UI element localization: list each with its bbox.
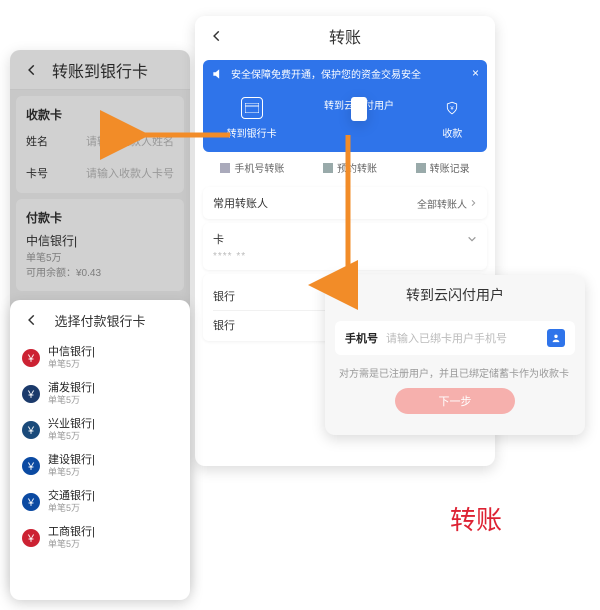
bank-logo-icon: ￥ [22,493,40,511]
security-banner[interactable]: 安全保障免费开通，保护您的资金交易安全 × [203,60,487,87]
subtab-label: 预约转账 [337,160,377,175]
bank-list: ￥中信银行|单笔5万￥浦发银行|单笔5万￥兴业银行|单笔5万￥建设银行|单笔5万… [10,340,190,556]
requirement-note: 对方需是已注册用户，并且已绑定储蓄卡作为收款卡 [325,355,585,384]
bank-row[interactable]: ￥ 浦发银行|单笔5万 [12,376,188,412]
diagram-label: 转账 [450,500,502,537]
bank-logo-icon: ￥ [22,529,40,547]
back-button[interactable] [335,283,359,307]
all-contacts-link[interactable]: 全部转账人 [417,196,477,211]
chevron-left-icon [25,313,39,327]
collect-icon: ¥ [441,97,463,119]
chevron-left-icon [340,288,354,302]
bank-name: 建设银行| [48,454,95,467]
screen-transfer-to-user: 转到云闪付用户 手机号 请输入已绑卡用户手机号 对方需是已注册用户，并且已绑定储… [325,275,585,435]
bank-limit: 单笔5万 [48,395,95,406]
bank-limit: 单笔5万 [48,431,95,442]
banner-text: 安全保障免费开通，保护您的资金交易安全 [231,66,421,81]
subtab-label: 手机号转账 [234,160,284,175]
header: 选择付款银行卡 [10,300,190,340]
action-label: 转到银行卡 [227,125,277,140]
phone-label: 手机号 [345,330,378,346]
bank-logo-icon: ￥ [22,457,40,475]
bank-name: 工商银行| [48,526,95,539]
page-title: 转到云闪付用户 [406,285,504,305]
phone-placeholder: 请输入已绑卡用户手机号 [386,330,539,346]
primary-actions: 转到银行卡 转到云闪付用户 ¥ 收款 [203,87,487,152]
bank-logo-icon: ￥ [22,385,40,403]
bank-logo-icon: ￥ [22,349,40,367]
subtab-phone-transfer[interactable]: 手机号转账 [220,160,284,175]
bank-row[interactable]: ￥ 中信银行|单笔5万 [12,340,188,376]
bank-limit: 单笔5万 [48,359,95,370]
chevron-right-icon [469,199,477,207]
back-button[interactable] [205,24,229,48]
next-label: 下一步 [439,393,472,409]
bank-row[interactable]: ￥ 兴业银行|单笔5万 [12,412,188,448]
svg-text:¥: ¥ [451,106,455,112]
bank-limit: 单笔5万 [48,539,95,550]
action-collect[interactable]: ¥ 收款 [441,97,463,140]
subtab-transfer-records[interactable]: 转账记录 [416,160,470,175]
header: 转账 [195,16,495,56]
card-mask: **** ** [213,247,477,262]
shield-sound-icon [211,67,225,81]
phone-field[interactable]: 手机号 请输入已绑卡用户手机号 [335,321,575,355]
link-text: 全部转账人 [417,196,467,211]
header: 转到云闪付用户 [325,275,585,315]
bank-row[interactable]: ￥ 交通银行|单笔5万 [12,484,188,520]
records-small-icon [416,163,426,173]
action-to-bankcard[interactable]: 转到银行卡 [227,97,277,140]
card-info[interactable]: 卡 **** ** [203,223,487,270]
chevron-left-icon [210,29,224,43]
phone-small-icon [220,163,230,173]
bank-logo-icon: ￥ [22,421,40,439]
page-title: 转账 [329,24,361,48]
card-label: 卡 [213,231,224,247]
sheet-title: 选择付款银行卡 [54,311,145,330]
bank-limit: 单笔5万 [48,503,95,514]
contact-icon [551,333,561,343]
subtab-scheduled-transfer[interactable]: 预约转账 [323,160,377,175]
bank-chooser-sheet: 选择付款银行卡 ￥中信银行|单笔5万￥浦发银行|单笔5万￥兴业银行|单笔5万￥建… [10,300,190,600]
bank-name: 中信银行| [48,346,95,359]
bank-name: 兴业银行| [48,418,95,431]
action-label: 收款 [442,125,462,140]
sub-tabs: 手机号转账 预约转账 转账记录 [195,152,495,183]
action-to-user[interactable]: 转到云闪付用户 [324,97,394,140]
bank-row[interactable]: ￥ 工商银行|单笔5万 [12,520,188,556]
subtab-label: 转账记录 [430,160,470,175]
contacts-title: 常用转账人 [213,195,268,211]
back-button[interactable] [20,308,44,332]
bank-name: 浦发银行| [48,382,95,395]
chevron-down-icon [467,234,477,244]
frequent-contacts-card: 常用转账人 全部转账人 [203,187,487,219]
banner-close[interactable]: × [472,66,479,80]
bank-name: 交通银行| [48,490,95,503]
next-button[interactable]: 下一步 [395,388,515,414]
bank-limit: 单笔5万 [48,467,95,478]
contacts-button[interactable] [547,329,565,347]
calendar-small-icon [323,163,333,173]
bankcard-icon [241,97,263,119]
bank-row[interactable]: ￥ 建设银行|单笔5万 [12,448,188,484]
phone-icon [351,97,367,121]
